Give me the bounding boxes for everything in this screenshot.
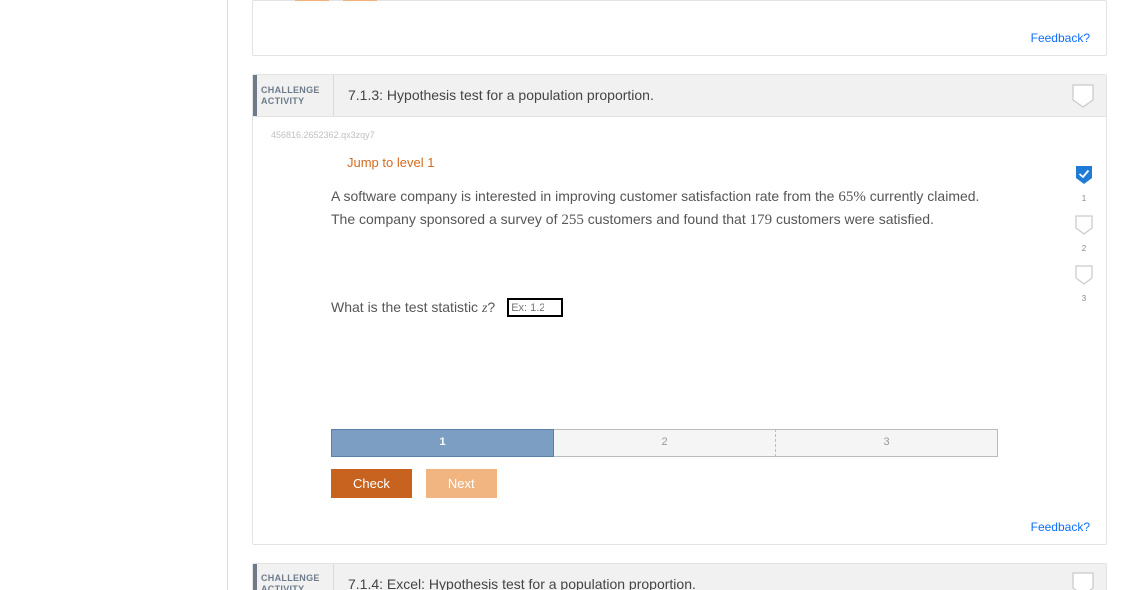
value-n: 255 — [561, 212, 584, 228]
completion-shield-icon — [1072, 572, 1094, 590]
side-step-num: 1 — [1075, 193, 1093, 205]
feedback-link[interactable]: Feedback? — [1031, 518, 1090, 536]
next-button[interactable]: Next — [426, 469, 497, 498]
completion-shield-icon — [1072, 84, 1094, 108]
step-2[interactable]: 2 — [554, 429, 776, 457]
step-1[interactable]: 1 — [331, 429, 554, 457]
problem-text: A software company is interested in impr… — [331, 186, 998, 233]
activity-badge: CHALLENGE ACTIVITY — [253, 564, 333, 590]
question-text: What is the test statistic z? — [331, 297, 495, 319]
chip — [343, 0, 377, 1]
badge-label: CHALLENGE ACTIVITY — [261, 85, 329, 107]
main-column: Feedback? CHALLENGE ACTIVITY 7.1.3: Hypo… — [228, 0, 1131, 590]
next-activity-header: CHALLENGE ACTIVITY 7.1.4: Excel: Hypothe… — [253, 564, 1106, 590]
activity-title: 7.1.3: Hypothesis test for a population … — [333, 75, 1060, 116]
step-3[interactable]: 3 — [776, 429, 998, 457]
value-rate: 65% — [838, 189, 866, 205]
activity-title: 7.1.4: Excel: Hypothesis test for a popu… — [333, 564, 1060, 590]
text: ? — [487, 299, 495, 315]
prev-activity-fragment: Feedback? — [252, 0, 1107, 56]
text: What is the test statistic — [331, 299, 482, 315]
side-step-num: 2 — [1075, 243, 1093, 255]
check-button[interactable]: Check — [331, 469, 412, 498]
activity-badge: CHALLENGE ACTIVITY — [253, 75, 333, 116]
jump-to-level-link[interactable]: Jump to level 1 — [347, 153, 434, 173]
feedback-link[interactable]: Feedback? — [1031, 29, 1090, 47]
text: customers and found that — [584, 211, 750, 227]
step-bar: 1 2 3 — [331, 429, 998, 457]
next-activity-card: CHALLENGE ACTIVITY 7.1.4: Excel: Hypothe… — [252, 563, 1107, 590]
side-step-num: 3 — [1075, 293, 1093, 305]
question-line: What is the test statistic z? — [331, 297, 998, 319]
content-block: A software company is interested in impr… — [331, 186, 998, 498]
activity-hash: 456816.2652362.qx3zqy7 — [271, 129, 1088, 143]
side-step-3[interactable]: 3 — [1075, 265, 1093, 305]
prev-chips — [295, 0, 377, 1]
activity-header: CHALLENGE ACTIVITY 7.1.3: Hypothesis tes… — [253, 75, 1106, 117]
chip — [295, 0, 329, 1]
left-rail — [0, 0, 228, 590]
side-step-2[interactable]: 2 — [1075, 215, 1093, 255]
shield-icon — [1075, 215, 1093, 235]
button-row: Check Next — [331, 469, 998, 498]
activity-card: CHALLENGE ACTIVITY 7.1.3: Hypothesis tes… — [252, 74, 1107, 545]
activity-body: 456816.2652362.qx3zqy7 Jump to level 1 A… — [253, 117, 1106, 508]
value-x: 179 — [750, 212, 773, 228]
answer-input[interactable] — [507, 298, 563, 317]
shield-check-icon — [1075, 165, 1093, 185]
page-root: Feedback? CHALLENGE ACTIVITY 7.1.3: Hypo… — [0, 0, 1131, 590]
shield-icon — [1075, 265, 1093, 285]
badge-label: CHALLENGE ACTIVITY — [261, 573, 329, 590]
side-step-1[interactable]: 1 — [1075, 165, 1093, 205]
text: customers were satisfied. — [772, 211, 934, 227]
text: A software company is interested in impr… — [331, 188, 838, 204]
side-progress: 1 2 3 — [1072, 165, 1096, 305]
